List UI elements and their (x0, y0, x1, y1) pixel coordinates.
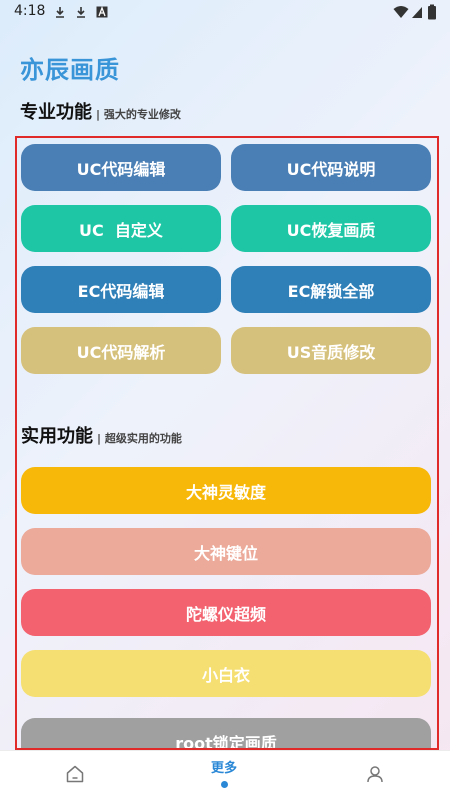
button-label: UC代码编辑 (76, 159, 166, 179)
ec-code-edit-button[interactable]: EC代码编辑 (21, 266, 221, 313)
button-label: 陀螺仪超频 (185, 604, 266, 624)
nav-more[interactable]: 更多 (200, 751, 250, 800)
key-layout-button[interactable]: 大神键位 (21, 528, 431, 575)
util-section-subtitle: | 超级实用的功能 (97, 432, 182, 445)
button-label: 小白衣 (201, 665, 250, 685)
active-indicator-dot (221, 781, 228, 788)
nav-more-label: 更多 (211, 761, 238, 776)
pro-section-header: 专业功能 | 强大的专业修改 (20, 98, 181, 124)
uc-restore-quality-button[interactable]: UC恢复画质 (231, 205, 431, 252)
button-label: UC恢复画质 (286, 220, 376, 240)
ec-unlock-all-button[interactable]: EC解锁全部 (231, 266, 431, 313)
cellular-signal-icon (412, 7, 422, 18)
nav-home[interactable] (50, 751, 100, 800)
root-lock-quality-button[interactable]: root锁定画质 (21, 718, 431, 750)
download-icon (56, 7, 64, 18)
download-icon (77, 7, 85, 18)
uc-code-help-button[interactable]: UC代码说明 (231, 144, 431, 191)
font-a-icon (96, 6, 108, 18)
pro-section-title: 专业功能 (20, 102, 92, 123)
status-bar: 4:18 (0, 0, 450, 26)
button-label: UC代码解析 (76, 342, 166, 362)
button-label: UC代码说明 (286, 159, 376, 179)
button-label: US音质修改 (286, 342, 376, 362)
us-audio-modify-button[interactable]: US音质修改 (231, 327, 431, 374)
bottom-nav: 更多 (0, 750, 450, 800)
button-label: UC 自定义 (79, 220, 163, 240)
uc-code-parse-button[interactable]: UC代码解析 (21, 327, 221, 374)
util-section-title: 实用功能 (21, 426, 93, 447)
xiaobaiyi-button[interactable]: 小白衣 (21, 650, 431, 697)
app-title: 亦辰画质 (20, 56, 120, 84)
button-label: EC代码编辑 (77, 281, 165, 301)
button-label: 大神灵敏度 (185, 482, 266, 502)
wifi-icon (393, 6, 409, 18)
sensitivity-button[interactable]: 大神灵敏度 (21, 467, 431, 514)
function-panel[interactable]: UC代码编辑 UC代码说明 UC 自定义 UC恢复画质 EC代码编辑 EC解锁全… (15, 136, 439, 750)
pro-section-subtitle: | 强大的专业修改 (96, 108, 181, 121)
uc-code-edit-button[interactable]: UC代码编辑 (21, 144, 221, 191)
button-label: EC解锁全部 (287, 281, 375, 301)
button-label: root锁定画质 (175, 733, 277, 750)
nav-profile[interactable] (350, 751, 400, 800)
battery-icon (428, 4, 436, 20)
uc-custom-button[interactable]: UC 自定义 (21, 205, 221, 252)
button-label: 大神键位 (193, 543, 258, 563)
status-time: 4:18 (14, 3, 46, 19)
home-icon (66, 765, 84, 783)
util-section-header: 实用功能 | 超级实用的功能 (21, 422, 182, 448)
user-icon (367, 766, 383, 783)
gyro-overclock-button[interactable]: 陀螺仪超频 (21, 589, 431, 636)
